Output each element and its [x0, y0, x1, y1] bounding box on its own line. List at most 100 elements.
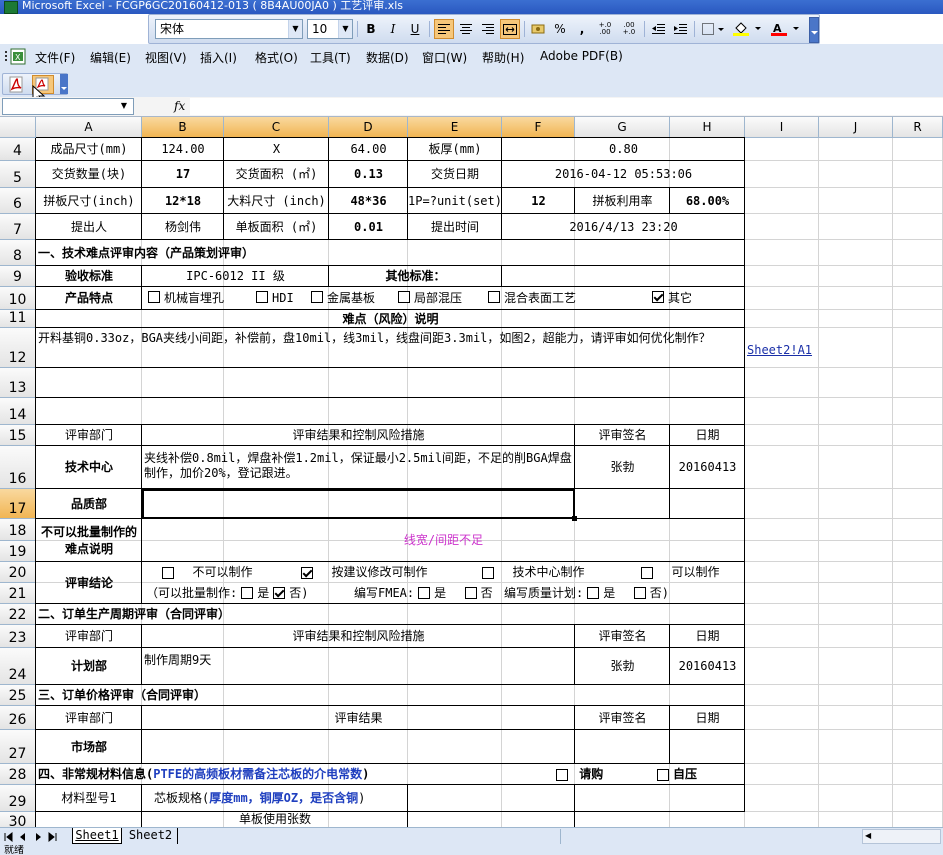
cell-F6[interactable]: 12 [502, 188, 575, 214]
cell-A23[interactable]: 评审部门 [36, 625, 142, 648]
row-header[interactable]: 8 [0, 240, 36, 266]
cell-B26[interactable]: 评审结果 [142, 706, 575, 730]
cell-A4[interactable]: 成品尺寸(mm) [36, 138, 142, 161]
chevron-down-icon[interactable]: ▼ [338, 20, 352, 38]
row-header[interactable]: 13 [0, 368, 36, 398]
option-cannot-produce[interactable]: 不可以制作 [156, 563, 254, 582]
checkbox-blind-buried-via[interactable] [148, 291, 160, 303]
cell-B30[interactable]: 单板使用张数 [142, 812, 408, 827]
section-2-heading[interactable]: 二、订单生产周期评审（合同评审） [36, 604, 745, 625]
menu-format[interactable]: 格式(O) [255, 49, 298, 66]
row-header[interactable]: 21 [0, 583, 36, 604]
cell-F4[interactable]: 0.80 [502, 138, 745, 161]
cell-A6[interactable]: 拼板尺寸(inch) [36, 188, 142, 214]
cell-G24[interactable]: 张勃 [575, 648, 670, 685]
name-box[interactable]: ▼ [2, 98, 134, 115]
align-left-button[interactable] [434, 19, 454, 39]
section-3-heading[interactable]: 三、订单价格评审（合同评审） [36, 685, 745, 706]
toolbar-options-chevron[interactable] [60, 74, 68, 94]
chevron-down-icon[interactable]: ▼ [121, 101, 127, 110]
checkbox-mixed-surface[interactable] [488, 291, 500, 303]
checkbox-tech-center[interactable] [482, 566, 494, 579]
cell-H26[interactable]: 日期 [670, 706, 745, 730]
row-header[interactable]: 28 [0, 764, 36, 785]
decrease-indent-button[interactable] [648, 19, 668, 39]
row-header[interactable]: 23 [0, 625, 36, 648]
increase-indent-button[interactable] [670, 19, 690, 39]
column-header[interactable]: I [745, 117, 819, 138]
formula-input[interactable] [190, 98, 943, 115]
row-header[interactable]: 10 [0, 287, 36, 310]
cell-D9[interactable]: 其他标准： [329, 266, 502, 287]
cell-H15[interactable]: 日期 [670, 425, 745, 446]
row-header[interactable]: 7 [0, 214, 36, 240]
horizontal-scrollbar[interactable]: ◀ [862, 829, 941, 844]
row-header[interactable]: 11 [0, 310, 36, 328]
cell-A27[interactable]: 市场部 [36, 730, 142, 764]
font-name-select[interactable]: 宋体 ▼ [155, 19, 303, 39]
cell-B23[interactable]: 评审结果和控制风险措施 [142, 625, 575, 648]
menu-file[interactable]: 文件(F) [35, 49, 75, 66]
column-header[interactable]: E [408, 117, 502, 138]
checkbox-purchase[interactable] [556, 768, 568, 781]
checkbox-fmea-yes[interactable] [418, 587, 431, 599]
column-header[interactable]: F [502, 117, 575, 138]
cell-A7[interactable]: 提出人 [36, 214, 142, 240]
worksheet-grid[interactable]: ABCDEFGHIJR 4 5 6 7 8 9 10 11 12 13 14 15 16 17 18 19 20… [0, 117, 943, 827]
comma-button[interactable]: , [572, 19, 592, 39]
menu-view[interactable]: 视图(V) [145, 49, 187, 66]
checkbox-batch-yes[interactable] [241, 587, 254, 599]
menu-tools[interactable]: 工具(T) [310, 49, 351, 66]
checkbox-hdi[interactable] [256, 291, 268, 303]
option-mixed-surface[interactable]: 混合表面工艺 [484, 291, 576, 306]
sheet-tab-sheet2[interactable]: Sheet2 [124, 828, 178, 844]
align-center-button[interactable] [456, 19, 476, 39]
cell-F5[interactable]: 2016-04-12 05:53:06 [502, 161, 745, 188]
option-modify-produce[interactable]: 按建议修改可制作 [295, 563, 429, 582]
option-self-press[interactable]: 自压 [651, 764, 699, 785]
row-header[interactable]: 29 [0, 785, 36, 812]
scroll-left-icon[interactable]: ◀ [865, 831, 871, 840]
cell-E6[interactable]: 1P=?unit(set) [408, 188, 502, 214]
cell-A24[interactable]: 计划部 [36, 648, 142, 685]
cell-A18[interactable]: 不可以批量制作的难点说明 [36, 519, 142, 562]
tab-split-handle[interactable] [560, 829, 860, 844]
font-color-button[interactable]: A [768, 19, 804, 39]
cell-H16[interactable]: 20160413 [670, 446, 745, 489]
menu-data[interactable]: 数据(D) [366, 49, 409, 66]
option-metal-base[interactable]: 金属基板 [307, 291, 375, 306]
cell-D6[interactable]: 48*36 [329, 188, 408, 214]
option-other[interactable]: 其它 [648, 291, 692, 306]
option-can-produce[interactable]: 可以制作 [635, 563, 721, 582]
option-purchase[interactable]: 请购 [550, 764, 605, 785]
merge-center-button[interactable] [500, 19, 520, 39]
cell-E5[interactable]: 交货日期 [408, 161, 502, 188]
row-header[interactable]: 25 [0, 685, 36, 706]
currency-button[interactable] [528, 19, 548, 39]
row-header[interactable]: 26 [0, 706, 36, 730]
checkbox-metal-base[interactable] [311, 291, 323, 303]
checkbox-qp-yes[interactable] [587, 587, 600, 599]
row-header[interactable]: 19 [0, 541, 36, 562]
cell-B15[interactable]: 评审结果和控制风险措施 [142, 425, 575, 446]
cell-A29[interactable]: 材料型号1 [36, 785, 142, 812]
cell-E4[interactable]: 板厚(mm) [408, 138, 502, 161]
column-header[interactable]: D [329, 117, 408, 138]
row-header[interactable]: 30 [0, 812, 36, 827]
cell-A9[interactable]: 验收标准 [36, 266, 142, 287]
row-header[interactable]: 14 [0, 398, 36, 425]
column-header[interactable]: H [670, 117, 745, 138]
increase-decimal-button[interactable]: +.0 .00 [594, 19, 616, 39]
borders-button[interactable] [698, 19, 728, 39]
option-blind-buried-via[interactable]: 机械盲埋孔 [144, 291, 224, 306]
menu-help[interactable]: 帮助(H) [482, 49, 524, 66]
menu-insert[interactable]: 插入(I) [200, 49, 237, 66]
column-header[interactable]: J [819, 117, 893, 138]
select-all-corner[interactable] [0, 117, 36, 138]
checkbox-self-press[interactable] [657, 768, 669, 781]
cell-G6[interactable]: 拼板利用率 [575, 188, 670, 214]
column-header[interactable]: G [575, 117, 670, 138]
checkbox-qp-no[interactable] [633, 587, 646, 599]
row-header[interactable]: 22 [0, 604, 36, 625]
cell-G23[interactable]: 评审签名 [575, 625, 670, 648]
